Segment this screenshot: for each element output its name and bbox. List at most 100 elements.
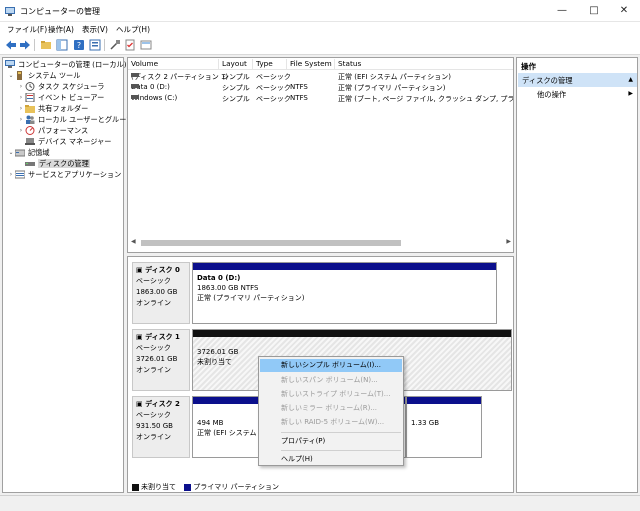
tree-item-storage[interactable]: ⌄ 記憶域 xyxy=(7,147,49,158)
menu-item-new-striped-volume[interactable]: 新しいストライプ ボリューム(T)... xyxy=(260,388,402,401)
status-bar xyxy=(0,495,640,511)
cell-type: ベーシック xyxy=(256,73,291,81)
table-row[interactable]: (ディスク 2 パーティション 1) シンプル ベーシック 正常 (EFI シス… xyxy=(128,71,513,82)
cell-volume: (ディスク 2 パーティション 1) xyxy=(131,73,229,81)
disk-size: 931.50 GB xyxy=(136,422,173,430)
svg-text:?: ? xyxy=(76,41,80,50)
menu-item-new-mirrored-volume[interactable]: 新しいミラー ボリューム(R)... xyxy=(260,402,402,415)
volume-status: 正常 (プライマリ パーティション) xyxy=(197,294,305,302)
tree-item-disk-management[interactable]: ディスクの管理 xyxy=(25,158,90,169)
action-other[interactable]: 他の操作 xyxy=(537,90,566,100)
tree-item-event-viewer[interactable]: › イベント ビューアー xyxy=(17,92,104,103)
volume-list-header: Volume Layout Type File System Status xyxy=(128,58,513,70)
collapse-up-icon[interactable]: ▲ xyxy=(628,76,633,83)
column-file-system[interactable]: File System xyxy=(287,59,335,70)
menu-view[interactable]: 表示(V) xyxy=(82,24,108,35)
tree-item-root[interactable]: コンピューターの管理 (ローカル) xyxy=(5,59,127,70)
primary-partition-band xyxy=(407,397,481,404)
tree-item-local-users[interactable]: › ローカル ユーザーとグループ xyxy=(17,114,133,125)
disk-type: ベーシック xyxy=(136,344,171,352)
computer-management-icon xyxy=(5,60,15,69)
connect-icon[interactable] xyxy=(108,39,121,51)
chevron-right-icon[interactable]: › xyxy=(17,81,25,92)
volume-recovery[interactable]: 1.33 GB xyxy=(406,396,482,458)
properties-icon[interactable] xyxy=(88,39,101,51)
cell-layout: シンプル xyxy=(222,73,250,81)
submenu-arrow-icon[interactable]: ▶ xyxy=(628,90,633,97)
chevron-right-icon[interactable]: › xyxy=(17,114,25,125)
shared-folder-icon xyxy=(25,104,35,113)
column-volume[interactable]: Volume xyxy=(128,59,219,70)
menu-item-new-raid5-volume[interactable]: 新しい RAID-5 ボリューム(W)... xyxy=(260,416,402,429)
cell-file-system: NTFS xyxy=(290,94,308,102)
primary-partition-band xyxy=(193,397,261,404)
chevron-down-icon[interactable]: ⌄ xyxy=(7,147,15,158)
scrollbar-thumb[interactable] xyxy=(141,240,401,246)
chevron-down-icon[interactable]: ⌄ xyxy=(7,70,15,81)
menu-item-new-simple-volume[interactable]: 新しいシンプル ボリューム(I)... xyxy=(260,359,402,372)
up-folder-icon[interactable] xyxy=(39,39,52,51)
volume-size: 1863.00 GB NTFS xyxy=(197,284,259,292)
column-type[interactable]: Type xyxy=(253,59,287,70)
cell-layout: シンプル xyxy=(222,84,250,92)
disk-state: オンライン xyxy=(136,366,171,374)
disk-2-info[interactable]: ▣ ディスク 2 ベーシック 931.50 GB オンライン xyxy=(132,396,190,458)
show-hide-tree-icon[interactable] xyxy=(55,39,68,51)
volume-data0[interactable]: Data 0 (D:) 1863.00 GB NTFS 正常 (プライマリ パー… xyxy=(192,262,497,324)
menu-file[interactable]: ファイル(F) xyxy=(7,24,47,35)
volume-name: Data 0 (D:) xyxy=(197,274,241,282)
help-icon[interactable]: ? xyxy=(72,39,85,51)
horizontal-scrollbar[interactable]: ◀ ▶ xyxy=(129,238,513,248)
volume-efi[interactable]: 494 MB 正常 (EFI システム xyxy=(192,396,262,458)
drive-icon xyxy=(131,73,139,77)
chevron-right-icon[interactable]: › xyxy=(7,169,15,180)
menu-bar: ファイル(F) 操作(A) 表示(V) ヘルプ(H) xyxy=(0,22,640,36)
unallocated-band xyxy=(193,330,511,337)
disk-1-info[interactable]: ▣ ディスク 1 ベーシック 3726.01 GB オンライン xyxy=(132,329,190,391)
close-button[interactable]: ✕ xyxy=(610,0,638,22)
forward-arrow-icon[interactable] xyxy=(18,39,31,51)
performance-gauge-icon xyxy=(25,126,35,135)
action-disk-management[interactable]: ディスクの管理 ▲ xyxy=(518,73,637,87)
table-row[interactable]: Windows (C:) シンプル ベーシック NTFS 正常 (ブート, ペー… xyxy=(128,93,513,104)
disk-name: ディスク 0 xyxy=(145,266,180,274)
scroll-right-icon[interactable]: ▶ xyxy=(506,238,511,245)
chevron-right-icon[interactable]: › xyxy=(17,92,25,103)
chevron-right-icon[interactable]: › xyxy=(17,125,25,136)
cell-type: ベーシック xyxy=(256,95,291,103)
volume-size: 1.33 GB xyxy=(411,419,440,427)
column-layout[interactable]: Layout xyxy=(219,59,253,70)
tools-icon xyxy=(15,71,25,80)
volume-list: Volume Layout Type File System Status (デ… xyxy=(127,57,514,253)
tree-item-performance[interactable]: › パフォーマンス xyxy=(17,125,88,136)
device-manager-icon xyxy=(25,137,35,146)
tree-item-system-tools[interactable]: ⌄ システム ツール xyxy=(7,70,80,81)
cell-layout: シンプル xyxy=(222,95,250,103)
window-title: コンピューターの管理 xyxy=(20,7,100,16)
cell-status: 正常 (ブート, ページ ファイル, クラッシュ ダンプ, プライマリ パ- xyxy=(338,95,513,103)
disk-0-info[interactable]: ▣ ディスク 0 ベーシック 1863.00 GB オンライン xyxy=(132,262,190,324)
menu-help[interactable]: ヘルプ(H) xyxy=(116,24,150,35)
view-icon[interactable] xyxy=(139,39,152,51)
legend: 未割り当て プライマリ パーティション xyxy=(132,482,279,492)
tree-item-device-manager[interactable]: デバイス マネージャー xyxy=(25,136,111,147)
chevron-right-icon[interactable]: › xyxy=(17,103,25,114)
tree-item-shared-folders[interactable]: › 共有フォルダー xyxy=(17,103,88,114)
table-row[interactable]: Data 0 (D:) シンプル ベーシック NTFS 正常 (プライマリ パー… xyxy=(128,82,513,93)
tree-item-services-apps[interactable]: › サービスとアプリケーション xyxy=(7,169,122,180)
minimize-button[interactable]: — xyxy=(548,0,576,22)
checklist-icon[interactable] xyxy=(123,39,136,51)
menu-action[interactable]: 操作(A) xyxy=(48,24,74,35)
tree-item-task-scheduler[interactable]: › タスク スケジューラ xyxy=(17,81,104,92)
back-arrow-icon[interactable] xyxy=(4,39,17,51)
menu-item-properties[interactable]: プロパティ(P) xyxy=(260,435,402,448)
navigation-tree: コンピューターの管理 (ローカル) ⌄ システム ツール › タスク スケジューラ … xyxy=(2,57,133,493)
column-status[interactable]: Status xyxy=(335,59,513,70)
title-bar: コンピューターの管理 — □ ✕ xyxy=(0,0,640,22)
maximize-button[interactable]: □ xyxy=(580,0,608,22)
menu-item-new-spanned-volume[interactable]: 新しいスパン ボリューム(N)... xyxy=(260,374,402,387)
event-log-icon xyxy=(25,92,35,103)
unallocated-swatch xyxy=(132,483,139,491)
menu-item-help[interactable]: ヘルプ(H) xyxy=(260,453,402,466)
scroll-left-icon[interactable]: ◀ xyxy=(131,238,136,245)
